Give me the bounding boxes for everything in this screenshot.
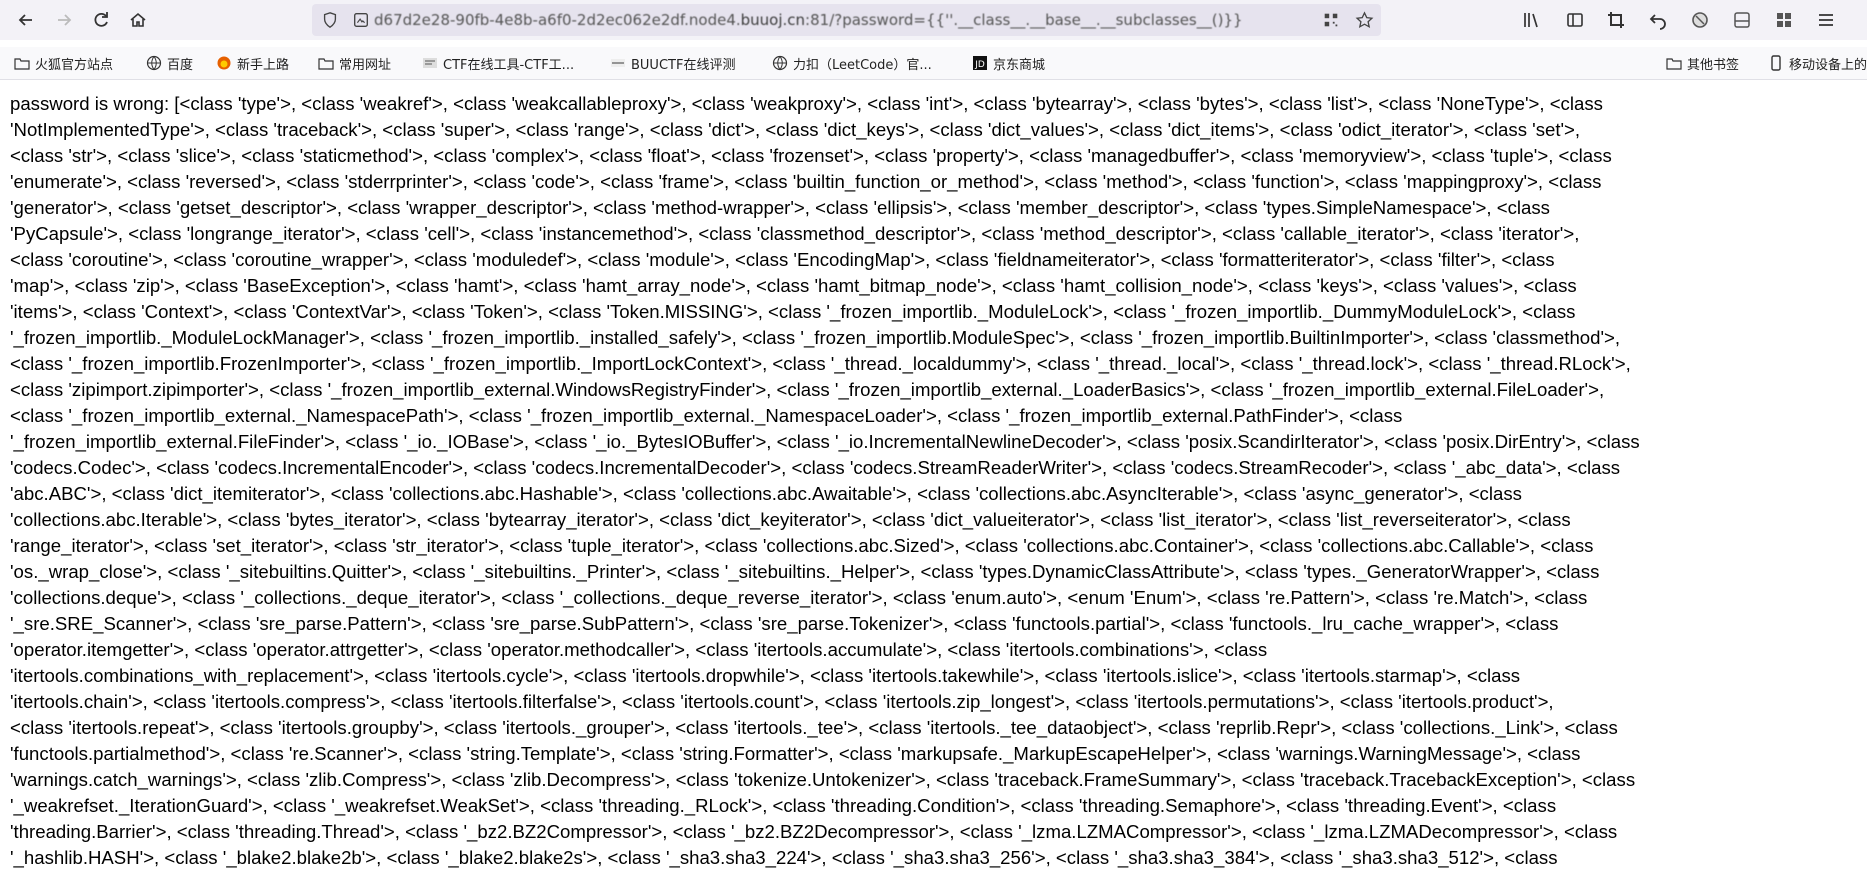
bookmark-item[interactable]: BUUCTF在线评测 xyxy=(610,53,735,73)
output-line: 'map'>, <class 'zip'>, <class 'BaseExcep… xyxy=(10,275,1577,296)
url-text[interactable]: d67d2e28-90fb-4e8b-a6f0-2d2ec062e2df.nod… xyxy=(374,11,1315,29)
output-line: 'threading.Barrier'>, <class 'threading.… xyxy=(10,821,1618,842)
output-line: <class 'coroutine'>, <class 'coroutine_w… xyxy=(10,249,1555,270)
page-info-icon[interactable] xyxy=(348,11,374,29)
bookmark-label: BUUCTF在线评测 xyxy=(631,57,736,73)
home-icon xyxy=(130,12,146,27)
folder-icon xyxy=(14,58,30,70)
account-button[interactable] xyxy=(1728,6,1756,34)
globe-icon xyxy=(772,55,788,71)
output-line: 'collections.abc.Iterable'>, <class 'byt… xyxy=(10,509,1571,530)
output-line: password is wrong: [<class 'type'>, <cla… xyxy=(10,93,1603,114)
bookmark-label: 百度 xyxy=(167,57,194,73)
back-arrow-icon xyxy=(18,14,32,26)
output-line: 'items'>, <class 'Context'>, <class 'Con… xyxy=(10,301,1576,322)
site-icon xyxy=(611,59,625,67)
shield-icon[interactable] xyxy=(312,11,348,29)
bookmark-label: 京东商城 xyxy=(993,57,1046,73)
output-line: <class '_frozen_importlib.FrozenImporter… xyxy=(10,353,1631,374)
bookmark-item[interactable]: 新手上路 xyxy=(216,53,289,73)
crop-icon xyxy=(1608,12,1624,28)
output-line: 'collections.deque'>, <class '_collectio… xyxy=(10,587,1588,608)
forward-arrow-icon xyxy=(58,14,72,26)
hamburger-menu-icon xyxy=(1819,14,1833,26)
folder-icon xyxy=(318,58,334,70)
extension-icon xyxy=(1692,12,1708,28)
output-line: '_weakrefset._IterationGuard'>, <class '… xyxy=(10,795,1557,816)
output-line: 'warnings.catch_warnings'>, <class 'zlib… xyxy=(10,769,1636,790)
output-line: '_hashlib.HASH'>, <class '_blake2.blake2… xyxy=(10,847,1558,868)
bookmark-item[interactable]: 力扣（LeetCode）官... xyxy=(772,53,932,73)
output-line: 'range_iterator'>, <class 'set_iterator'… xyxy=(10,535,1594,556)
bookmark-item[interactable]: 常用网址 xyxy=(318,53,391,73)
output-line: <class 'itertools.repeat'>, <class 'iter… xyxy=(10,717,1618,738)
output-line: 'operator.itemgetter'>, <class 'operator… xyxy=(10,639,1268,660)
sidebar-button[interactable] xyxy=(1561,6,1589,34)
home-button[interactable] xyxy=(124,6,152,34)
bookmark-item[interactable]: 火狐官方站点 xyxy=(14,53,113,73)
output-line: '_frozen_importlib_external.FileFinder'>… xyxy=(10,431,1640,452)
globe-icon xyxy=(146,55,162,71)
downloads-button[interactable] xyxy=(1770,6,1798,34)
reload-button[interactable] xyxy=(87,6,115,34)
output-line: <class '_frozen_importlib_external._Name… xyxy=(10,405,1403,426)
url-prefix: d67d2e28-90fb-4e8b-a6f0-2d2ec062e2df.nod… xyxy=(374,11,741,29)
firefox-icon xyxy=(217,56,231,70)
url-host: buuoj.cn xyxy=(740,11,806,29)
bookmark-star-icon[interactable] xyxy=(1347,10,1381,30)
library-button[interactable] xyxy=(1517,6,1545,34)
output-line: 'os._wrap_close'>, <class '_sitebuiltins… xyxy=(10,561,1600,582)
bookmark-item[interactable]: JD 京东商城 xyxy=(972,53,1045,73)
bookmark-item[interactable]: 百度 xyxy=(146,53,193,73)
site-icon xyxy=(423,58,437,68)
output-line: 'functools.partialmethod'>, <class 're.S… xyxy=(10,743,1581,764)
extension-button[interactable] xyxy=(1686,6,1714,34)
other-bookmarks[interactable]: 其他书签 xyxy=(1666,53,1739,73)
bookmark-label: 常用网址 xyxy=(339,57,392,73)
page-content: password is wrong: [<class 'type'>, <cla… xyxy=(0,80,1867,870)
url-suffix: :81/?password={{''.__class__.__base__.__… xyxy=(805,11,1243,29)
grid-icon xyxy=(1777,13,1791,27)
forward-button[interactable] xyxy=(50,6,78,34)
mobile-device-icon xyxy=(1771,55,1781,71)
output-line: 'enumerate'>, <class 'reversed'>, <class… xyxy=(10,171,1602,192)
output-line: 'PyCapsule'>, <class 'longrange_iterator… xyxy=(10,223,1580,244)
jd-icon: JD xyxy=(973,56,987,70)
bookmark-label: 新手上路 xyxy=(237,57,290,73)
undo-button[interactable] xyxy=(1644,6,1672,34)
output-line: '_frozen_importlib._ModuleLockManager'>,… xyxy=(10,327,1621,348)
output-line: 'codecs.Codec'>, <class 'codecs.Incremen… xyxy=(10,457,1621,478)
bookmark-label: 力扣（LeetCode）官... xyxy=(793,57,932,73)
bookmark-label: CTF在线工具-CTF工... xyxy=(443,57,575,73)
output-line: 'generator'>, <class 'getset_descriptor'… xyxy=(10,197,1550,218)
output-line: 'itertools.combinations_with_replacement… xyxy=(10,665,1521,686)
account-icon xyxy=(1734,12,1750,28)
bookmarks-toolbar: 火狐官方站点 百度 新手上路 常用网址 CTF在线工具-CTF工... BUUC… xyxy=(0,47,1867,80)
screenshot-button[interactable] xyxy=(1602,6,1630,34)
menu-button[interactable] xyxy=(1812,6,1840,34)
back-button[interactable] xyxy=(12,6,40,34)
folder-icon xyxy=(1666,58,1682,70)
undo-icon xyxy=(1649,14,1666,30)
bookmark-item[interactable]: CTF在线工具-CTF工... xyxy=(422,53,574,73)
output-line: '_sre.SRE_Scanner'>, <class 'sre_parse.P… xyxy=(10,613,1559,634)
output-line: 'NotImplementedType'>, <class 'traceback… xyxy=(10,119,1581,140)
other-bookmarks-label: 其他书签 xyxy=(1687,57,1740,73)
browser-toolbar: d67d2e28-90fb-4e8b-a6f0-2d2ec062e2df.nod… xyxy=(0,0,1867,40)
library-icon xyxy=(1524,13,1538,28)
sidebar-icon xyxy=(1567,13,1583,27)
mobile-bookmarks[interactable]: 移动设备上的 xyxy=(1768,53,1867,73)
output-line: 'abc.ABC'>, <class 'dict_itemiterator'>,… xyxy=(10,483,1522,504)
bookmark-label: 火狐官方站点 xyxy=(35,57,114,73)
address-bar[interactable]: d67d2e28-90fb-4e8b-a6f0-2d2ec062e2df.nod… xyxy=(312,4,1381,36)
output-line: <class 'str'>, <class 'slice'>, <class '… xyxy=(10,145,1612,166)
output-line: <class 'zipimport.zipimporter'>, <class … xyxy=(10,379,1605,400)
svg-text:JD: JD xyxy=(974,60,985,70)
reload-icon xyxy=(94,12,108,27)
qr-code-icon[interactable] xyxy=(1315,11,1347,29)
output-line: 'itertools.chain'>, <class 'itertools.co… xyxy=(10,691,1554,712)
mobile-bookmarks-label: 移动设备上的 xyxy=(1789,57,1867,73)
